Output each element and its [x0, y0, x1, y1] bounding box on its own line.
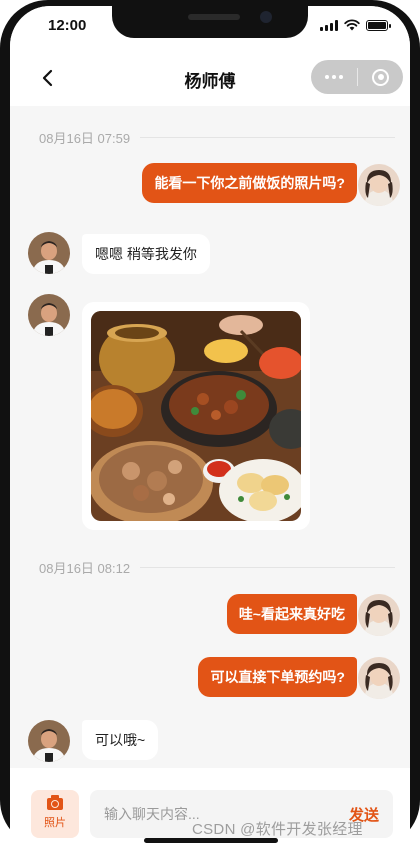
close-circle-icon[interactable]	[358, 68, 403, 86]
wifi-icon	[344, 19, 360, 31]
message-bubble-received[interactable]: 嗯嗯 稍等我发你	[82, 234, 210, 274]
chef-avatar[interactable]	[28, 294, 70, 336]
more-dots-icon[interactable]	[311, 75, 357, 79]
home-indicator	[144, 838, 278, 843]
nav-bar: 杨师傅	[10, 50, 410, 106]
time-separator: 08月16日 08:12	[39, 558, 395, 577]
user-avatar[interactable]	[358, 164, 400, 206]
battery-icon	[366, 19, 391, 31]
message-bubble-sent[interactable]: 哇~看起来真好吃	[226, 594, 357, 634]
message-bubble-sent[interactable]: 能看一下你之前做饭的照片吗?	[142, 163, 357, 203]
chef-avatar[interactable]	[28, 232, 70, 274]
message-bubble-received[interactable]: 可以哦~	[82, 720, 159, 760]
user-avatar[interactable]	[358, 657, 400, 699]
phone-screen: 12:00 杨师傅 08月16日 07:59 能看一下你之前做饭的照片吗? 嗯嗯…	[10, 6, 410, 848]
time-separator: 08月16日 07:59	[39, 128, 395, 147]
status-time: 12:00	[48, 17, 87, 34]
message-bubble-sent[interactable]: 可以直接下单预约吗?	[198, 657, 357, 697]
miniprogram-capsule	[311, 60, 403, 94]
status-icons	[320, 19, 391, 31]
user-avatar[interactable]	[358, 594, 400, 636]
signal-icon	[320, 19, 338, 31]
food-photo[interactable]	[91, 311, 301, 521]
chef-avatar[interactable]	[28, 720, 70, 762]
notch	[112, 6, 308, 38]
camera-icon	[47, 795, 63, 810]
photo-button[interactable]: 照片	[31, 790, 79, 838]
photo-button-label: 照片	[44, 817, 66, 829]
watermark: CSDN @软件开发张经理	[192, 821, 363, 838]
chat-area[interactable]: 08月16日 07:59 能看一下你之前做饭的照片吗? 嗯嗯 稍等我发你 08月…	[10, 106, 410, 768]
image-message[interactable]	[82, 302, 310, 530]
